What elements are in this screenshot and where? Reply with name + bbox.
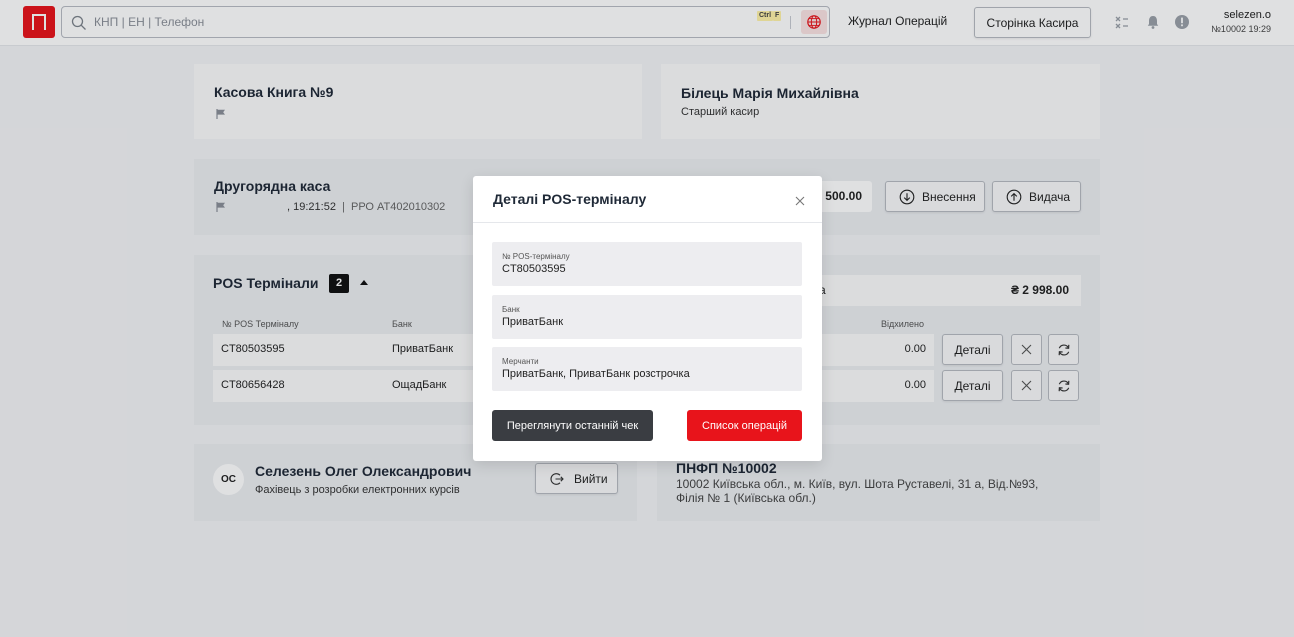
field-value: ПриватБанк, ПриватБанк розстрочка bbox=[502, 368, 690, 380]
view-last-receipt-button[interactable]: Переглянути останній чек bbox=[492, 410, 653, 441]
field-label: Банк bbox=[502, 305, 520, 314]
operations-list-button[interactable]: Список операцій bbox=[687, 410, 802, 441]
field-value: CT80503595 bbox=[502, 263, 566, 275]
close-icon[interactable] bbox=[793, 194, 807, 208]
bank-field: Банк ПриватБанк bbox=[492, 295, 802, 339]
merchants-field: Мерчанти ПриватБанк, ПриватБанк розстроч… bbox=[492, 347, 802, 391]
field-value: ПриватБанк bbox=[502, 316, 564, 328]
modal-divider bbox=[473, 222, 822, 223]
field-label: № POS-терміналу bbox=[502, 252, 570, 261]
field-label: Мерчанти bbox=[502, 357, 539, 366]
pos-details-modal: Деталі POS-терміналу № POS-терміналу CT8… bbox=[473, 176, 822, 461]
modal-title: Деталі POS-терміналу bbox=[493, 191, 647, 207]
terminal-number-field: № POS-терміналу CT80503595 bbox=[492, 242, 802, 286]
